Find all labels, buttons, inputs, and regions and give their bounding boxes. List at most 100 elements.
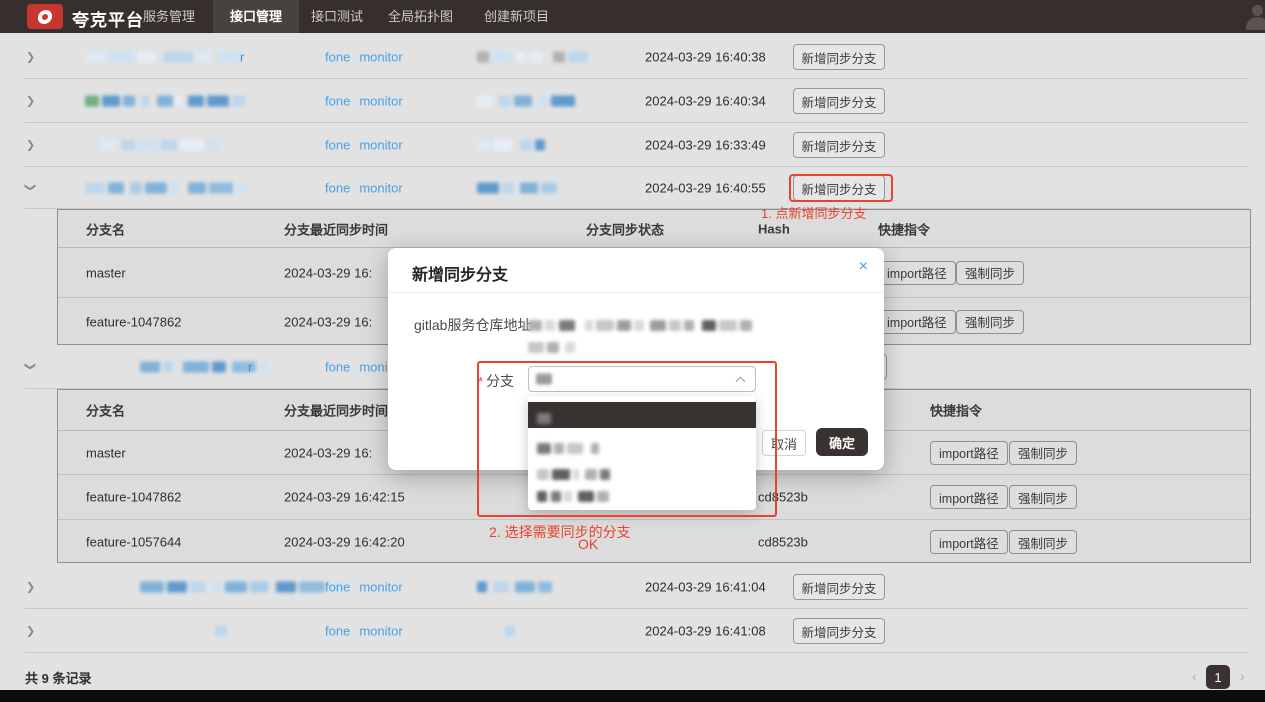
import-path-button[interactable]: import路径 (878, 310, 956, 334)
gitlab-repo-label: gitlab服务仓库地址 (414, 315, 531, 335)
annotation-ok-text: OK (578, 536, 598, 552)
force-sync-button[interactable]: 强制同步 (1009, 530, 1077, 554)
redacted-service-name (85, 95, 246, 108)
pagination-next-icon[interactable]: › (1240, 668, 1245, 684)
pagination-prev-icon[interactable]: ‹ (1192, 668, 1197, 684)
total-records-label: 共 9 条记录 (25, 668, 91, 687)
redacted-status (477, 51, 588, 64)
branch-name: feature-1047862 (86, 314, 181, 329)
import-path-button[interactable]: import路径 (930, 441, 1008, 465)
fone-link[interactable]: fone (325, 360, 350, 375)
force-sync-button[interactable]: 强制同步 (1009, 441, 1077, 465)
bottom-edge-bar (0, 690, 1265, 702)
branch-sync-time: 2024-03-29 16:42:15 (284, 490, 405, 505)
service-row: ❯ fone monitor 2024-03-29 16:40:34 新增同步分支 (0, 79, 1265, 123)
import-path-button[interactable]: import路径 (930, 530, 1008, 554)
annotation-step1-text: 1. 点新增同步分支 (761, 203, 866, 222)
branch-sync-time: 2024-03-29 16: (284, 265, 372, 280)
nav-item-interface-management[interactable]: 接口管理 (213, 0, 299, 33)
branch-hash: cd8523b (758, 535, 808, 550)
col-quick-commands: 快捷指令 (878, 219, 930, 238)
collapse-chevron-icon[interactable]: ❯ (24, 183, 37, 192)
branch-sync-time: 2024-03-29 16:42:20 (284, 535, 405, 550)
nav-item-global-topology[interactable]: 全局拓扑图 (388, 0, 453, 33)
service-name-suffix: r (240, 50, 244, 65)
redacted-service-name (85, 182, 248, 195)
fone-link[interactable]: fone (325, 50, 350, 65)
add-sync-branch-button[interactable]: 新增同步分支 (793, 44, 885, 70)
expand-chevron-icon[interactable]: ❯ (26, 625, 35, 638)
user-avatar-icon[interactable] (1246, 4, 1265, 30)
expand-chevron-icon[interactable]: ❯ (26, 95, 35, 108)
redacted-service-name (85, 51, 240, 64)
branch-sync-time: 2024-03-29 16: (284, 314, 372, 329)
fone-link[interactable]: fone (325, 181, 350, 196)
collapse-chevron-icon[interactable]: ❯ (24, 362, 37, 371)
add-sync-branch-button[interactable]: 新增同步分支 (793, 574, 885, 600)
monitor-link[interactable]: monitor (359, 50, 402, 65)
redacted-status (477, 625, 515, 638)
branch-name: feature-1047862 (86, 490, 181, 505)
fone-link[interactable]: fone (325, 624, 350, 639)
row-timestamp: 2024-03-29 16:40:34 (645, 94, 766, 109)
row-timestamp: 2024-03-29 16:41:08 (645, 624, 766, 639)
redacted-status (477, 182, 557, 195)
expand-chevron-icon[interactable]: ❯ (26, 51, 35, 64)
brand-title: 夸克平台 (72, 6, 144, 31)
import-path-button[interactable]: import路径 (930, 485, 1008, 509)
top-navbar: 夸克平台 服务管理 接口管理 接口测试 全局拓扑图 创建新项目 (0, 0, 1265, 33)
redacted-status (477, 581, 552, 594)
add-sync-branch-button[interactable]: 新增同步分支 (793, 132, 885, 158)
add-sync-branch-button[interactable]: 新增同步分支 (793, 618, 885, 644)
nav-item-service-management[interactable]: 服务管理 (143, 0, 195, 33)
col-last-sync-time: 分支最近同步时间 (284, 401, 388, 420)
row-timestamp: 2024-03-29 16:40:38 (645, 50, 766, 65)
force-sync-button[interactable]: 强制同步 (956, 310, 1024, 334)
branch-subtable-header: 分支名 分支最近同步时间 分支同步状态 Hash 快捷指令 (58, 210, 1250, 248)
col-quick-commands: 快捷指令 (930, 401, 982, 420)
monitor-link[interactable]: monitor (359, 624, 402, 639)
force-sync-button[interactable]: 强制同步 (956, 261, 1024, 285)
nav-item-interface-test[interactable]: 接口测试 (311, 0, 363, 33)
modal-close-icon[interactable]: × (859, 258, 868, 276)
fone-link[interactable]: fone (325, 580, 350, 595)
modal-title: 新增同步分支 (412, 261, 508, 285)
branch-name: master (86, 445, 126, 460)
branch-row: feature-1057644 2024-03-29 16:42:20 cd85… (58, 520, 1250, 564)
import-path-button[interactable]: import路径 (878, 261, 956, 285)
col-hash: Hash (758, 221, 790, 236)
annotation-box-step2 (477, 361, 777, 517)
app-root: 夸克平台 服务管理 接口管理 接口测试 全局拓扑图 创建新项目 ❯ r fone… (0, 0, 1265, 702)
annotation-box-step1 (789, 174, 893, 202)
fone-link[interactable]: fone (325, 94, 350, 109)
pagination-page-1[interactable]: 1 (1206, 665, 1230, 689)
modal-header-divider (388, 292, 884, 293)
redacted-service-name (100, 139, 221, 152)
row-timestamp: 2024-03-29 16:33:49 (645, 138, 766, 153)
expand-chevron-icon[interactable]: ❯ (26, 581, 35, 594)
redacted-status (477, 139, 545, 152)
fone-link[interactable]: fone (325, 138, 350, 153)
redacted-status (477, 95, 575, 108)
brand-logo-icon (27, 4, 63, 29)
branch-name: master (86, 265, 126, 280)
nav-item-create-project[interactable]: 创建新项目 (484, 0, 549, 33)
branch-sync-time: 2024-03-29 16: (284, 445, 372, 460)
redacted-repo-url-line1 (528, 319, 752, 332)
monitor-link[interactable]: monitor (359, 94, 402, 109)
expand-chevron-icon[interactable]: ❯ (26, 139, 35, 152)
monitor-link[interactable]: monitor (359, 138, 402, 153)
service-row: ❯ fone monitor 2024-03-29 16:33:49 新增同步分支 (0, 123, 1265, 167)
col-sync-status: 分支同步状态 (586, 219, 664, 238)
redacted-repo-url-line2 (528, 341, 575, 354)
force-sync-button[interactable]: 强制同步 (1009, 485, 1077, 509)
service-row: ❯ fonemonitor 2024-03-29 16:41:04 新增同步分支 (0, 565, 1265, 609)
add-sync-branch-button[interactable]: 新增同步分支 (793, 88, 885, 114)
service-row-expanded: ❯ fonemonitor 2024-03-29 16:40:55 新增同步分支 (0, 167, 1265, 209)
col-branch-name: 分支名 (86, 219, 125, 238)
service-row: ❯ r fone monitor 2024-03-29 16:40:38 新增同步… (0, 35, 1265, 79)
row-timestamp: 2024-03-29 16:40:55 (645, 181, 766, 196)
monitor-link[interactable]: monitor (359, 580, 402, 595)
confirm-button[interactable]: 确定 (816, 428, 868, 456)
monitor-link[interactable]: monitor (359, 181, 402, 196)
